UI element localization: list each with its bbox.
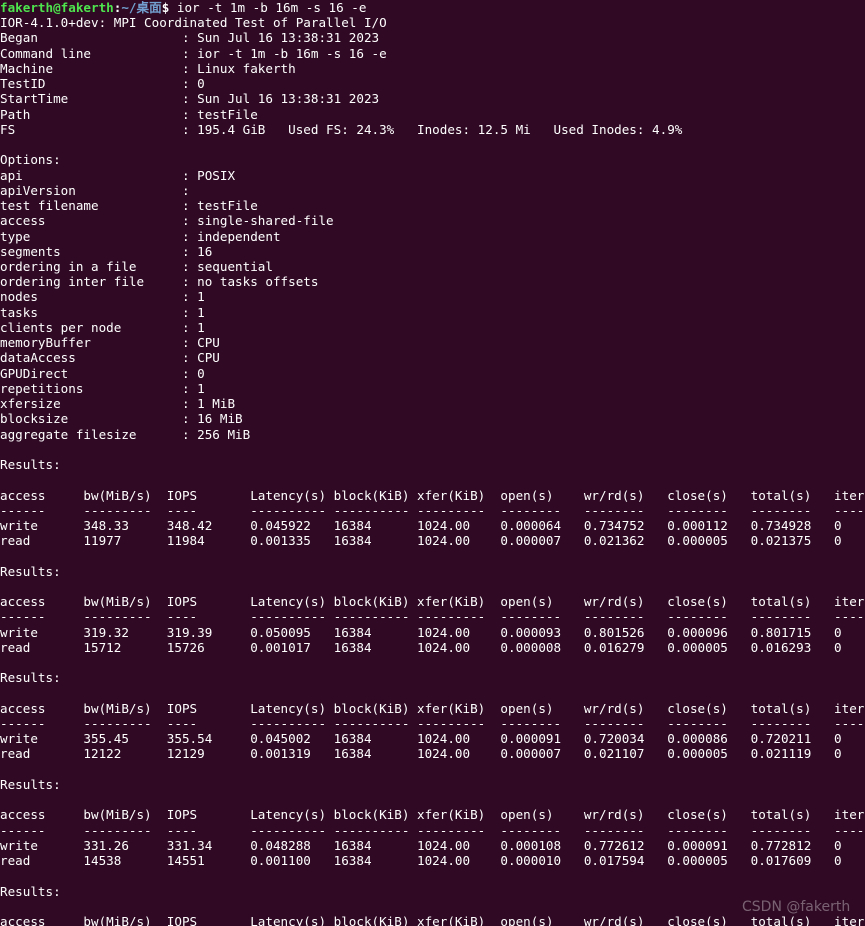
shell-prompt-line[interactable]: fakerth@fakerth:~/桌面$ ior -t 1m -b 16m -…	[0, 0, 865, 15]
results-data-row: read 15712 15726 0.001017 16384 1024.00 …	[0, 639, 842, 655]
options-field-segments: segments : 16	[0, 243, 213, 259]
results-header-row: access bw(MiB/s) IOPS Latency(s) block(K…	[0, 594, 865, 610]
options-field-api: api : POSIX	[0, 167, 236, 183]
results-label: Results:	[0, 563, 61, 579]
options-field-test-filename: test filename : testFile	[0, 198, 258, 214]
results-header-row: access bw(MiB/s) IOPS Latency(s) block(K…	[0, 914, 865, 926]
terminal-screen-buffer[interactable]: fakerth@fakerth:~/桌面$ ior -t 1m -b 16m -…	[0, 0, 865, 926]
results-data-row: write 348.33 348.42 0.045922 16384 1024.…	[0, 517, 842, 533]
options-field-aggregate-filesize: aggregate filesize : 256 MiB	[0, 426, 251, 442]
header-field-machine: Machine : Linux fakerth	[0, 60, 296, 76]
results-rule-row: ------ --------- ---- ---------- -------…	[0, 822, 865, 838]
terminal-window[interactable]: fakerth@fakerth:~/桌面$ ior -t 1m -b 16m -…	[0, 0, 865, 926]
results-rule-row: ------ --------- ---- ---------- -------…	[0, 716, 865, 732]
header-field-fs: FS : 195.4 GiB Used FS: 24.3% Inodes: 12…	[0, 121, 683, 137]
prompt-path: ~/桌面	[121, 0, 162, 15]
options-field-memorybuffer: memoryBuffer : CPU	[0, 335, 220, 351]
results-rule-row: ------ --------- ---- ---------- -------…	[0, 502, 865, 518]
options-field-ordering-inter-file: ordering inter file : no tasks offsets	[0, 274, 319, 290]
header-field-began: Began : Sun Jul 16 13:38:31 2023	[0, 30, 380, 46]
results-data-row: read 12122 12129 0.001319 16384 1024.00 …	[0, 746, 842, 762]
options-title: Options:	[0, 152, 61, 168]
options-field-gpudirect: GPUDirect : 0	[0, 365, 205, 381]
prompt-dollar-sign: $	[161, 0, 177, 15]
ior-banner: IOR-4.1.0+dev: MPI Coordinated Test of P…	[0, 15, 387, 31]
options-field-type: type : independent	[0, 228, 281, 244]
results-data-row: write 355.45 355.54 0.045002 16384 1024.…	[0, 731, 842, 747]
options-field-repetitions: repetitions : 1	[0, 380, 205, 396]
results-data-row: read 11977 11984 0.001335 16384 1024.00 …	[0, 533, 842, 549]
results-data-row: write 319.32 319.39 0.050095 16384 1024.…	[0, 624, 842, 640]
options-field-clients-per-node: clients per node : 1	[0, 319, 205, 335]
options-field-nodes: nodes : 1	[0, 289, 205, 305]
header-field-starttime: StartTime : Sun Jul 16 13:38:31 2023	[0, 91, 380, 107]
options-field-apiversion: apiVersion :	[0, 182, 198, 198]
options-field-dataaccess: dataAccess : CPU	[0, 350, 220, 366]
options-field-tasks: tasks : 1	[0, 304, 205, 320]
options-field-ordering-in-a-file: ordering in a file : sequential	[0, 258, 273, 274]
options-field-xfersize: xfersize : 1 MiB	[0, 396, 236, 412]
options-field-blocksize: blocksize : 16 MiB	[0, 411, 243, 427]
results-label: Results:	[0, 883, 61, 899]
results-label: Results:	[0, 457, 61, 473]
header-field-command-line: Command line : ior -t 1m -b 16m -s 16 -e	[0, 45, 387, 61]
results-label: Results:	[0, 776, 61, 792]
prompt-command-text: ior -t 1m -b 16m -s 16 -e	[176, 0, 367, 15]
results-rule-row: ------ --------- ---- ---------- -------…	[0, 609, 865, 625]
header-field-path: Path : testFile	[0, 106, 258, 122]
results-data-row: write 331.26 331.34 0.048288 16384 1024.…	[0, 837, 842, 853]
prompt-user-host: fakerth@fakerth	[0, 0, 114, 15]
results-header-row: access bw(MiB/s) IOPS Latency(s) block(K…	[0, 807, 865, 823]
results-data-row: read 14538 14551 0.001100 16384 1024.00 …	[0, 853, 842, 869]
options-field-access: access : single-shared-file	[0, 213, 334, 229]
results-header-row: access bw(MiB/s) IOPS Latency(s) block(K…	[0, 487, 865, 503]
header-field-testid: TestID : 0	[0, 76, 205, 92]
results-header-row: access bw(MiB/s) IOPS Latency(s) block(K…	[0, 700, 865, 716]
results-label: Results:	[0, 670, 61, 686]
